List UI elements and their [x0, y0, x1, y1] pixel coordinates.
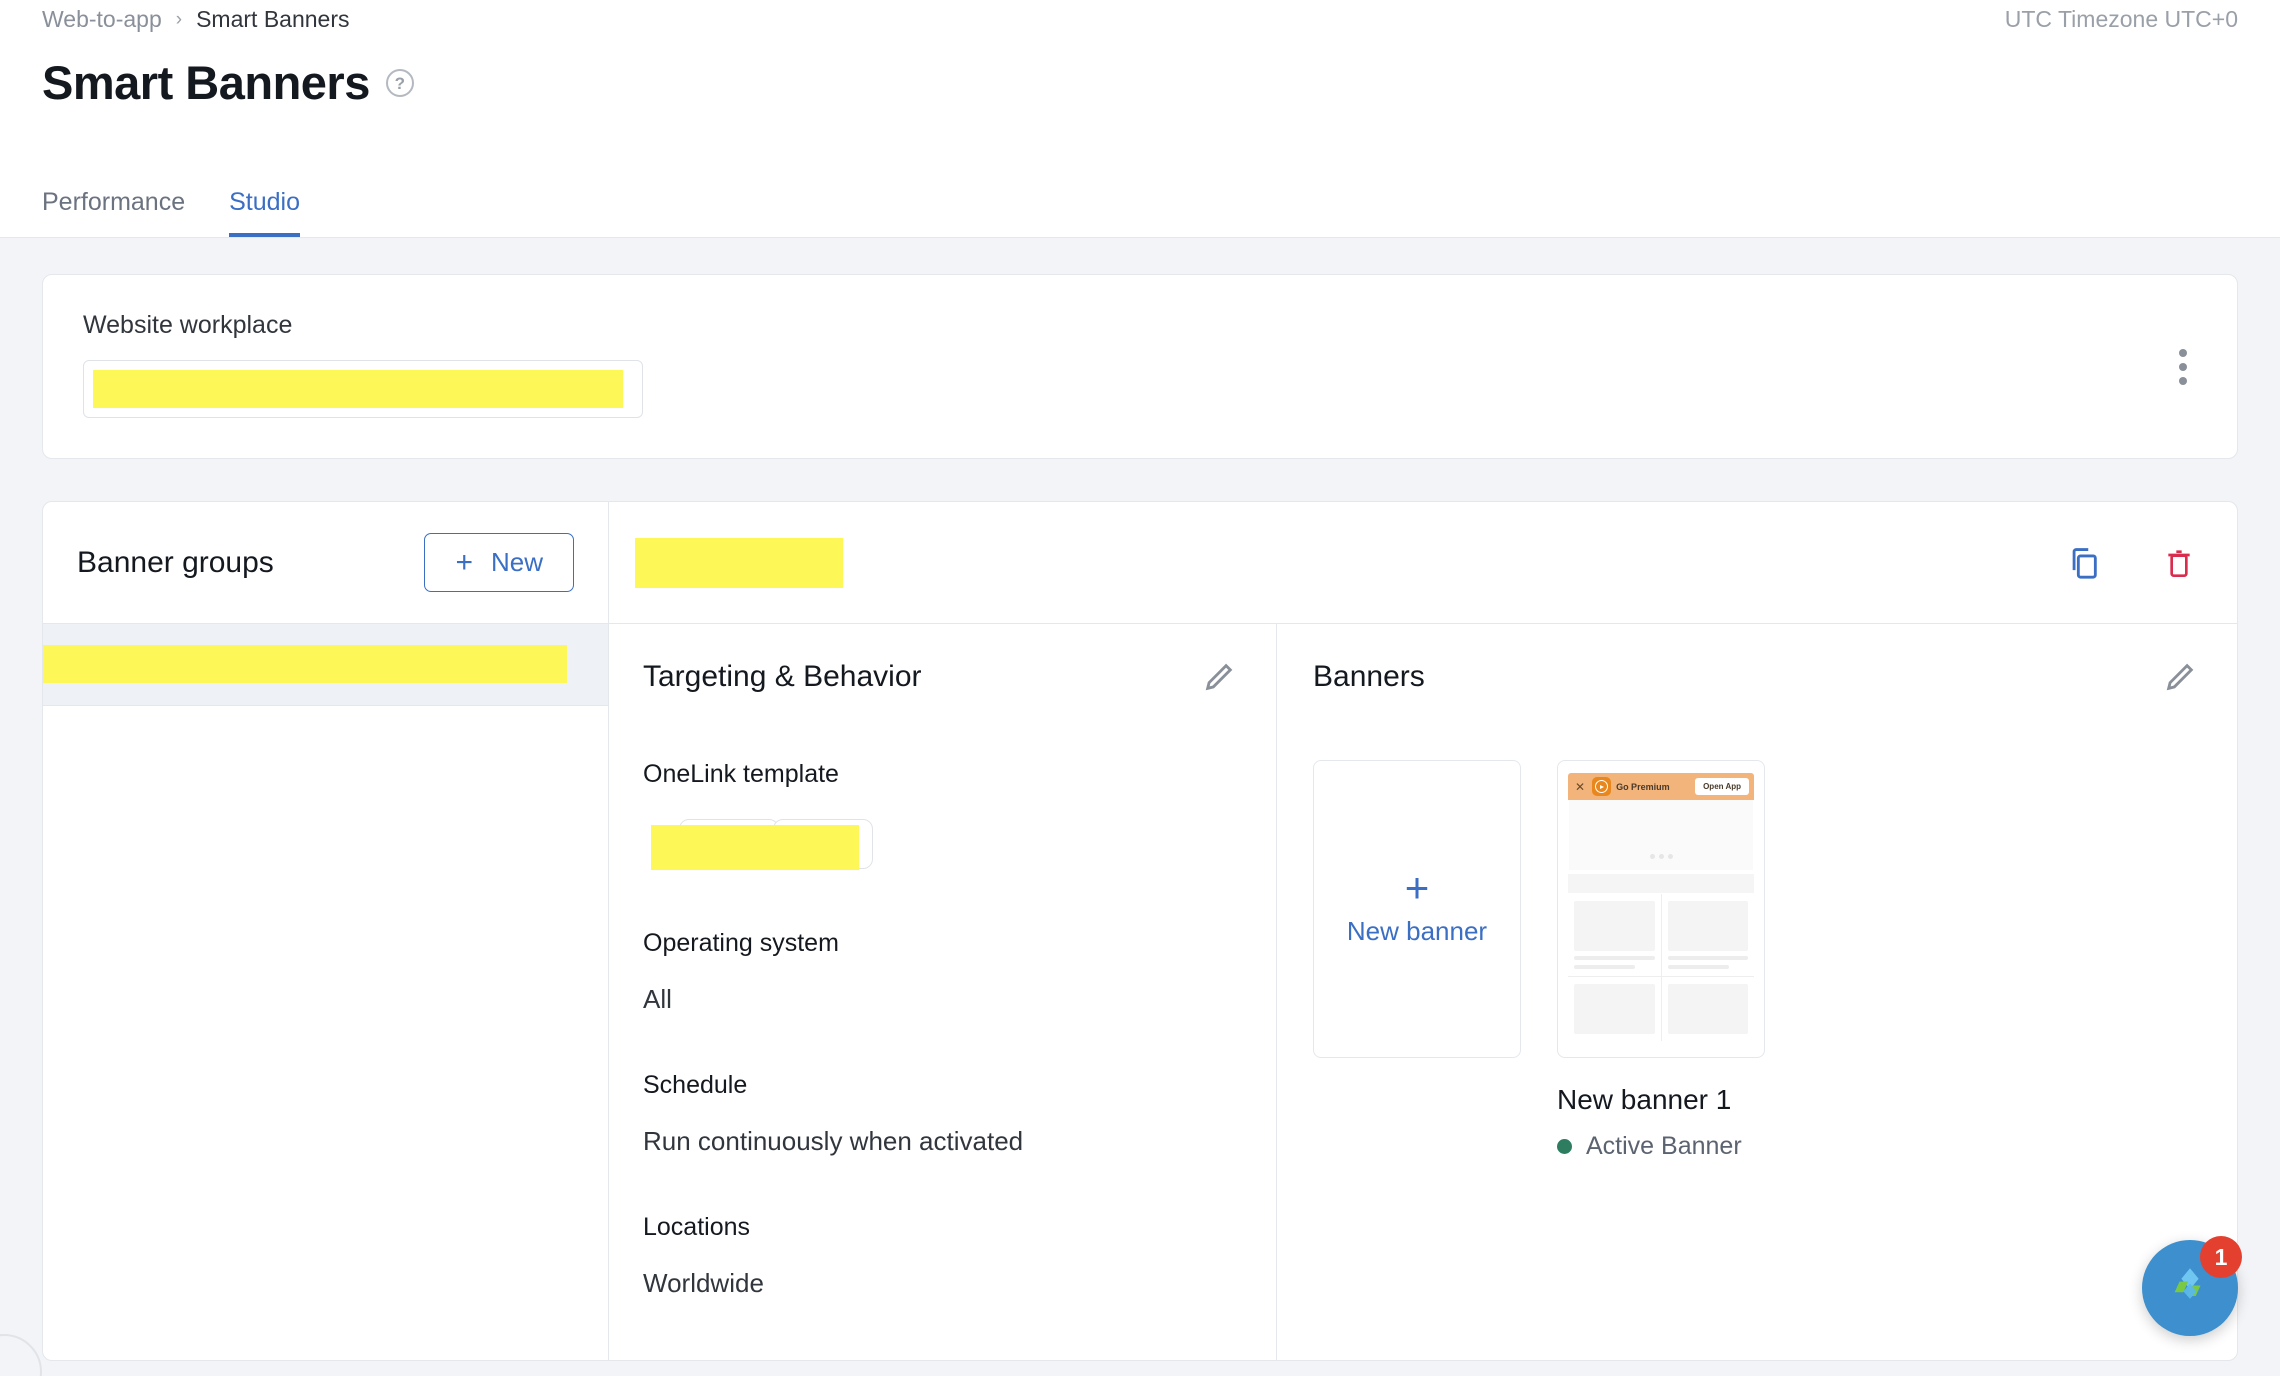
banner-grid: + New banner ✕ [1313, 760, 2197, 1161]
banner-groups-card: Banner groups + New [42, 501, 2238, 1361]
banners-panel: Banners + New banner [1277, 624, 2237, 1360]
field-value: Run continuously when activated [643, 1126, 1236, 1157]
banner-preview-cell [1662, 894, 1755, 976]
targeting-header: Targeting & Behavior [643, 660, 1236, 694]
banners-header: Banners [1313, 660, 2197, 694]
website-workplace-card: Website workplace [42, 274, 2238, 459]
banner-preview-grid [1568, 894, 1754, 1041]
banner-preview-cta: Open App [1695, 778, 1749, 795]
status-label: Active Banner [1586, 1132, 1742, 1161]
banner-preview-bar: ✕ Go Premium Open App [1568, 773, 1754, 800]
group-actions [2067, 545, 2195, 581]
placeholder-thumb [1668, 901, 1749, 951]
tab-bar: Performance Studio [42, 188, 300, 237]
banner-preview-spacer [1568, 874, 1754, 893]
kebab-menu-icon[interactable] [2173, 343, 2193, 391]
new-banner-tile[interactable]: + New banner [1313, 760, 1521, 1058]
banner-group-list-item[interactable] [43, 624, 608, 706]
carousel-dot-icon [1668, 854, 1673, 859]
copy-icon[interactable] [2067, 545, 2101, 581]
onelink-template-chips[interactable] [643, 815, 1236, 873]
placeholder-thumb [1574, 901, 1655, 951]
targeting-title: Targeting & Behavior [643, 660, 922, 694]
smart-banners-page: Web-to-app › Smart Banners UTC Timezone … [0, 0, 2280, 1376]
page-body: Website workplace Banner groups + New [0, 238, 2280, 1361]
field-operating-system: Operating system All [643, 929, 1236, 1015]
timezone-label: UTC Timezone UTC+0 [2005, 6, 2238, 33]
field-label: OneLink template [643, 760, 1236, 789]
plus-icon: + [1405, 871, 1430, 905]
banner-groups-title: Banner groups [77, 546, 274, 580]
pencil-icon[interactable] [2163, 660, 2197, 694]
support-chat-fab[interactable]: 1 [2142, 1240, 2238, 1336]
pencil-icon[interactable] [1202, 660, 1236, 694]
trash-icon[interactable] [2163, 545, 2195, 581]
page-title: Smart Banners [42, 55, 370, 110]
workplace-redacted-value [93, 370, 623, 408]
banner-preview-title: Go Premium [1616, 782, 1690, 792]
banner-preview-cell [1568, 977, 1661, 1041]
new-group-label: New [491, 547, 543, 578]
notification-badge: 1 [2200, 1236, 2242, 1278]
detail-panels: Targeting & Behavior OneLink template [609, 624, 2237, 1360]
field-value: All [643, 984, 1236, 1015]
plus-icon: + [455, 548, 473, 578]
placeholder-line [1668, 965, 1729, 969]
placeholder-line [1668, 956, 1749, 960]
carousel-dot-icon [1659, 854, 1664, 859]
targeting-behavior-panel: Targeting & Behavior OneLink template [609, 624, 1277, 1360]
status-badge: Active Banner [1557, 1132, 1765, 1161]
banner-name: New banner 1 [1557, 1084, 1765, 1116]
field-value: Worldwide [643, 1268, 1236, 1299]
placeholder-line [1574, 965, 1635, 969]
banner-preview-cell [1662, 977, 1755, 1041]
chevron-right-icon: › [176, 9, 182, 31]
onelink-redacted-value [651, 825, 859, 870]
field-onelink-template: OneLink template [643, 760, 1236, 873]
banners-title: Banners [1313, 660, 1425, 694]
title-row: Smart Banners ? [42, 55, 2238, 110]
group-detail-panel: Targeting & Behavior OneLink template [609, 502, 2237, 1360]
group-header-redacted-name [635, 538, 843, 588]
workplace-select[interactable] [83, 360, 643, 418]
close-icon: ✕ [1573, 781, 1587, 793]
new-group-button[interactable]: + New [424, 533, 574, 592]
banner-preview[interactable]: ✕ Go Premium Open App [1557, 760, 1765, 1058]
breadcrumb: Web-to-app › Smart Banners [42, 0, 2238, 33]
play-circle-icon [1592, 777, 1611, 796]
field-label: Locations [643, 1213, 1236, 1242]
field-label: Operating system [643, 929, 1236, 958]
breadcrumb-current: Smart Banners [196, 6, 349, 33]
tab-performance[interactable]: Performance [42, 188, 185, 237]
workplace-label: Website workplace [83, 311, 2197, 340]
banner-groups-panel: Banner groups + New [43, 502, 609, 1360]
banner-preview-hero [1569, 800, 1753, 870]
page-header: Web-to-app › Smart Banners UTC Timezone … [0, 0, 2280, 238]
placeholder-line [1574, 956, 1655, 960]
banner-item: ✕ Go Premium Open App [1557, 760, 1765, 1161]
placeholder-thumb [1668, 984, 1749, 1034]
status-dot-icon [1557, 1139, 1572, 1154]
tab-studio[interactable]: Studio [229, 188, 300, 237]
banner-preview-cell [1568, 894, 1661, 976]
new-banner-label: New banner [1347, 916, 1487, 947]
field-locations: Locations Worldwide [643, 1213, 1236, 1299]
placeholder-thumb [1574, 984, 1655, 1034]
banner-groups-header: Banner groups + New [43, 502, 608, 624]
help-icon[interactable]: ? [386, 69, 414, 97]
field-label: Schedule [643, 1071, 1236, 1100]
group-detail-header [609, 502, 2237, 624]
breadcrumb-parent[interactable]: Web-to-app [42, 6, 162, 33]
field-schedule: Schedule Run continuously when activated [643, 1071, 1236, 1157]
carousel-dot-icon [1650, 854, 1655, 859]
group-redacted-name [42, 645, 567, 683]
